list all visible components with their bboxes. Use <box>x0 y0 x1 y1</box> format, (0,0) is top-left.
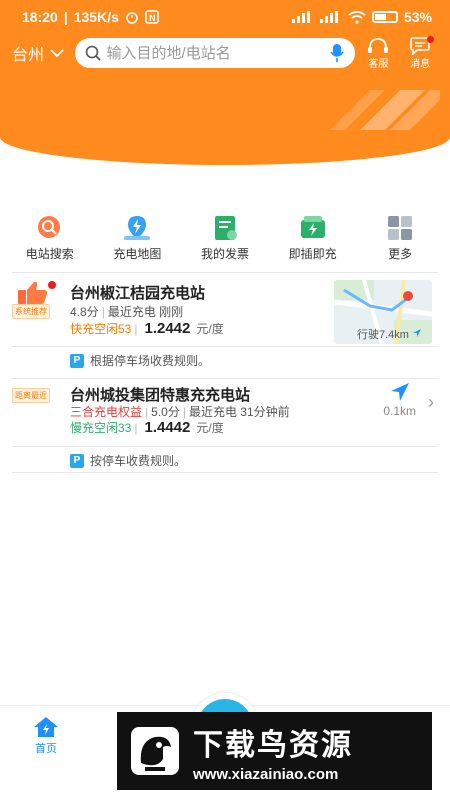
station-distance: 0.1km <box>383 404 416 418</box>
status-separator: | <box>63 9 68 25</box>
divider <box>12 472 438 473</box>
parking-note-text: 根据停车场收费规则。 <box>90 354 211 368</box>
station-price: 1.4442 <box>144 419 191 436</box>
status-bar: 18:20 | 135K/s N 53% <box>0 0 450 34</box>
quick-nav-station-search[interactable]: 电站搜索 <box>8 215 92 265</box>
divider <box>12 272 438 273</box>
battery-icon <box>371 11 398 23</box>
watermark-banner: 下载鸟资源 www.xiazainiao.com <box>117 712 432 790</box>
svg-text:N: N <box>149 13 156 23</box>
decor-stripes <box>330 90 440 130</box>
station-score: 4.8分 <box>70 305 99 319</box>
meta-separator: | <box>134 421 138 435</box>
meta-separator: | <box>101 305 105 319</box>
divider <box>12 378 438 379</box>
signal-icon <box>291 11 310 23</box>
unread-dot <box>427 35 434 43</box>
wifi-icon <box>348 10 366 24</box>
station-tag: 系统推荐 <box>12 304 50 319</box>
meta-separator: | <box>145 405 149 419</box>
navigate-arrow-icon[interactable] <box>390 382 410 402</box>
route-distance-text: 行驶7.4km <box>356 329 409 341</box>
recommend-badge: 系统推荐 <box>12 280 58 319</box>
station-card[interactable]: 距离最近 台州城投集团特惠充充电站 三合充电权益 | 5.0分 | 最近充电 31分钟前… <box>12 378 438 474</box>
station-score: 5.0分 <box>151 405 180 419</box>
more-grid-icon <box>388 216 413 240</box>
station-price-row: 快充空闲53 | 1.2442 元/度 <box>70 320 224 337</box>
city-name: 台州 <box>12 47 45 64</box>
quick-nav-my-invoice[interactable]: 我的发票 <box>183 215 267 265</box>
meta-separator: | <box>182 405 186 419</box>
station-card[interactable]: 系统推荐 台州椒江桔园充电站 4.8分 | 最近充电 刚刚 快充空闲53 | 1.244… <box>12 272 438 372</box>
quick-nav-label: 我的发票 <box>200 247 249 261</box>
price-unit: 元/度 <box>196 322 224 336</box>
messages-button[interactable]: 消息 <box>402 35 438 70</box>
parking-note: P 按停车收费规则。 <box>70 452 186 469</box>
search-input[interactable] <box>106 44 323 62</box>
route-map-thumbnail[interactable]: 行驶7.4km <box>334 280 432 344</box>
invoice-icon <box>214 216 237 240</box>
slow-idle: 慢充空闲33 <box>70 421 132 435</box>
station-name: 台州椒江桔园充电站 <box>70 285 206 302</box>
quick-nav-label: 更多 <box>388 247 413 261</box>
battery-level: 53% <box>403 9 432 25</box>
status-time: 18:20 <box>22 9 58 25</box>
quick-nav-label: 电站搜索 <box>25 247 74 261</box>
tab-home[interactable]: 首页 <box>26 716 66 756</box>
messages-label: 消息 <box>410 58 431 70</box>
parking-p-icon: P <box>70 453 84 468</box>
parking-p-icon: P <box>70 353 84 368</box>
search-box[interactable] <box>74 38 355 68</box>
quick-nav-label: 即插即充 <box>288 247 337 261</box>
divider <box>12 446 438 447</box>
quick-nav-label: 充电地图 <box>113 247 162 261</box>
app-notify-icon: N <box>145 10 159 24</box>
navigate-arrow-icon <box>413 329 421 337</box>
status-speed: 135K/s <box>73 9 119 25</box>
station-name: 台州城投集团特惠充充电站 <box>70 387 251 404</box>
watermark-url: www.xiazainiao.com <box>193 765 339 783</box>
station-price-row: 慢充空闲33 | 1.4442 元/度 <box>70 419 224 436</box>
headset-icon <box>368 37 389 53</box>
city-selector[interactable]: 台州 <box>12 41 75 65</box>
station-recent: 最近充电 刚刚 <box>107 305 184 319</box>
tab-home-label: 首页 <box>35 743 57 755</box>
station-search-icon <box>37 216 60 238</box>
station-tag: 距离最近 <box>12 388 50 403</box>
thumbs-up-icon <box>18 281 56 304</box>
chevron-down-icon <box>50 49 64 58</box>
station-meta: 三合充电权益 | 5.0分 | 最近充电 31分钟前 <box>70 403 290 420</box>
price-unit: 元/度 <box>196 421 224 435</box>
quick-nav-plug-and-charge[interactable]: 即插即充 <box>271 215 355 265</box>
quick-nav: 电站搜索 充电地图 我的发票 即插即充 更多 <box>0 215 450 265</box>
parking-note-text: 按停车收费规则。 <box>90 454 187 468</box>
customer-service-label: 客服 <box>368 58 389 70</box>
chevron-right-icon[interactable]: › <box>428 392 434 413</box>
bird-logo-icon <box>131 727 179 775</box>
signal-2-icon <box>319 11 338 23</box>
station-rights: 三合充电权益 <box>70 405 143 419</box>
fast-idle: 快充空闲53 <box>70 322 132 336</box>
parking-note: P 根据停车场收费规则。 <box>70 352 210 369</box>
customer-service-button[interactable]: 客服 <box>361 37 397 70</box>
search-icon <box>85 45 101 61</box>
search-row: 台州 客服 消息 <box>0 35 450 70</box>
station-recent: 最近充电 31分钟前 <box>188 405 290 419</box>
quick-nav-more[interactable]: 更多 <box>358 215 442 265</box>
microphone-icon[interactable] <box>329 43 345 63</box>
charging-map-icon <box>124 216 151 240</box>
station-price: 1.2442 <box>144 320 191 337</box>
alarm-icon <box>126 12 138 24</box>
quick-nav-charging-map[interactable]: 充电地图 <box>95 215 179 265</box>
meta-separator: | <box>134 322 138 336</box>
station-meta: 4.8分 | 最近充电 刚刚 <box>70 303 183 320</box>
home-icon <box>34 717 58 737</box>
divider <box>12 346 438 347</box>
watermark-title: 下载鸟资源 <box>193 728 353 762</box>
plug-and-charge-icon <box>300 216 325 238</box>
route-distance: 行驶7.4km <box>357 326 422 342</box>
